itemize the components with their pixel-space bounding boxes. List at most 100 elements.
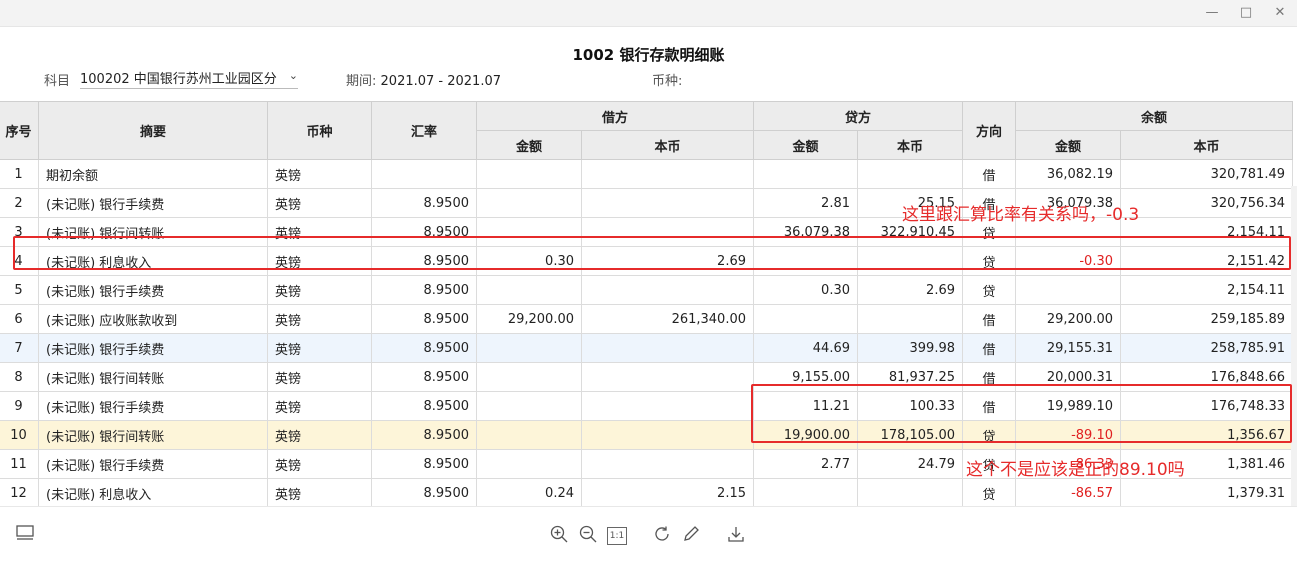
row-credit-local [857,304,963,334]
table-row[interactable]: 6 (未记账) 应收账款收到 英镑 8.9500 29,200.00 261,340.00… [0,304,1293,334]
table-row[interactable]: 10 (未记账) 银行间转账 英镑 8.9500 19,900.00 178,105.00… [0,420,1293,450]
row-credit-amount [753,159,858,189]
panel-layout-icon[interactable] [14,525,36,547]
row-debit-amount [476,449,582,479]
row-seq: 1 [0,159,39,189]
col-header-balance: 余额 [1015,101,1293,131]
col-header-rate: 汇率 [371,101,477,160]
row-direction: 贷 [962,275,1016,305]
actual-size-button[interactable]: 1:1 [607,527,627,545]
row-direction: 贷 [962,420,1016,450]
row-balance-local: 176,848.66 [1120,362,1293,392]
window-titlebar: — □ ✕ [0,0,1297,27]
col-header-debit-local: 本币 [581,130,754,160]
row-summary: (未记账) 银行手续费 [38,275,268,305]
col-header-credit-local: 本币 [857,130,963,160]
table-row[interactable]: 5 (未记账) 银行手续费 英镑 8.9500 0.30 2.69 贷 2,154.11 [0,275,1293,305]
row-balance-amount: 29,155.31 [1015,333,1121,363]
row-rate: 8.9500 [371,420,477,450]
row-debit-amount [476,275,582,305]
row-summary: (未记账) 银行间转账 [38,362,268,392]
row-currency: 英镑 [267,362,372,392]
row-seq: 5 [0,275,39,305]
row-credit-local: 399.98 [857,333,963,363]
row-credit-amount: 44.69 [753,333,858,363]
row-currency: 英镑 [267,246,372,276]
minimize-button[interactable]: — [1201,3,1223,23]
row-credit-amount: 2.77 [753,449,858,479]
row-rate: 8.9500 [371,391,477,421]
table-row[interactable]: 7 (未记账) 银行手续费 英镑 8.9500 44.69 399.98 借 29,155.3… [0,333,1293,363]
row-summary: (未记账) 银行手续费 [38,449,268,479]
row-debit-local [581,159,754,189]
row-debit-amount [476,188,582,218]
download-icon[interactable] [725,525,747,547]
row-seq: 9 [0,391,39,421]
table-row[interactable]: 1 期初余额 英镑 借 36,082.19 320,781.49 [0,159,1293,189]
annotation-note-rate: 这里跟汇算比率有关系吗，-0.3 [902,205,1140,225]
close-button[interactable]: ✕ [1269,3,1291,23]
row-rate: 8.9500 [371,217,477,247]
pencil-icon[interactable] [680,525,702,547]
row-currency: 英镑 [267,478,372,508]
zoom-in-icon[interactable] [548,525,570,547]
row-debit-amount: 0.30 [476,246,582,276]
zoom-out-icon[interactable] [577,525,599,547]
row-currency: 英镑 [267,333,372,363]
row-currency: 英镑 [267,159,372,189]
table-row[interactable]: 4 (未记账) 利息收入 英镑 8.9500 0.30 2.69 贷 -0.30 2,151.4… [0,246,1293,276]
period-label: 期间: [346,74,377,89]
row-currency: 英镑 [267,391,372,421]
row-credit-local [857,159,963,189]
row-credit-local: 81,937.25 [857,362,963,392]
refresh-icon[interactable] [651,525,673,547]
row-currency: 英镑 [267,217,372,247]
row-debit-local [581,449,754,479]
row-rate [371,159,477,189]
row-credit-local: 100.33 [857,391,963,421]
row-credit-amount [753,304,858,334]
row-rate: 8.9500 [371,362,477,392]
table-row[interactable]: 12 (未记账) 利息收入 英镑 8.9500 0.24 2.15 贷 -86.57 1,379… [0,478,1293,508]
row-balance-local: 1,379.31 [1120,478,1293,508]
ledger-table: 序号 摘要 币种 汇率 借方 贷方 方向 余额 金额 本币 金额 本币 金额 本… [0,101,1293,516]
row-seq: 8 [0,362,39,392]
row-seq: 3 [0,217,39,247]
row-debit-local [581,420,754,450]
row-balance-local: 258,785.91 [1120,333,1293,363]
row-rate: 8.9500 [371,246,477,276]
row-summary: 期初余额 [38,159,268,189]
row-rate: 8.9500 [371,188,477,218]
row-summary: (未记账) 利息收入 [38,478,268,508]
row-credit-local: 178,105.00 [857,420,963,450]
row-balance-amount: 36,082.19 [1015,159,1121,189]
row-credit-local [857,246,963,276]
row-credit-amount: 9,155.00 [753,362,858,392]
col-header-currency: 币种 [267,101,372,160]
row-summary: (未记账) 银行手续费 [38,188,268,218]
col-header-seq: 序号 [0,101,39,160]
col-header-credit-amount: 金额 [753,130,858,160]
row-summary: (未记账) 银行间转账 [38,420,268,450]
row-balance-amount [1015,275,1121,305]
row-balance-local: 2,151.42 [1120,246,1293,276]
subject-select[interactable]: 100202 中国银行苏州工业园区分 ⌄ [80,68,298,89]
row-balance-local: 176,748.33 [1120,391,1293,421]
report-title: 1002 银行存款明细账 [572,46,725,64]
row-debit-local: 2.69 [581,246,754,276]
maximize-button[interactable]: □ [1235,3,1257,23]
table-row[interactable]: 8 (未记账) 银行间转账 英镑 8.9500 9,155.00 81,937.25 借 20… [0,362,1293,392]
row-debit-amount [476,420,582,450]
row-currency: 英镑 [267,188,372,218]
row-summary: (未记账) 银行间转账 [38,217,268,247]
row-credit-amount: 36,079.38 [753,217,858,247]
row-credit-amount: 11.21 [753,391,858,421]
row-balance-amount: -0.30 [1015,246,1121,276]
row-credit-amount [753,478,858,508]
col-header-direction: 方向 [962,101,1016,160]
row-balance-local: 1,356.67 [1120,420,1293,450]
row-debit-amount [476,217,582,247]
row-debit-amount [476,362,582,392]
table-row[interactable]: 9 (未记账) 银行手续费 英镑 8.9500 11.21 100.33 借 19,989.1… [0,391,1293,421]
vertical-scrollbar[interactable] [1291,186,1297,506]
